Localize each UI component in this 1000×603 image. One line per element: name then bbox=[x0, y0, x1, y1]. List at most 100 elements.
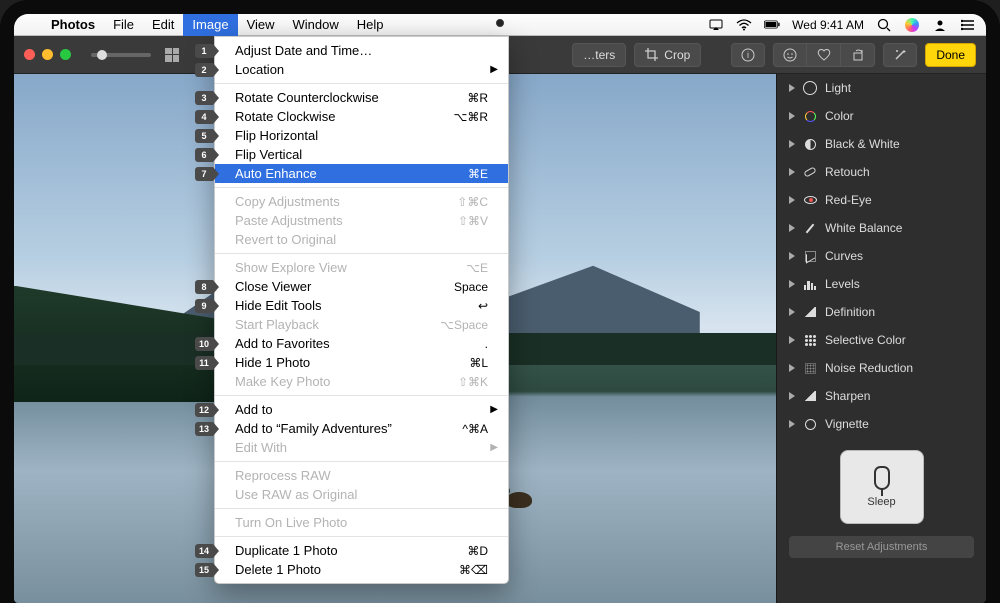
menu-item[interactable]: Hide 1 Photo⌘L11 bbox=[215, 353, 508, 372]
menu-edit[interactable]: Edit bbox=[143, 14, 183, 36]
adjustment-row[interactable]: Levels bbox=[777, 270, 986, 298]
adjustment-row[interactable]: Red-Eye bbox=[777, 186, 986, 214]
disclosure-triangle-icon bbox=[789, 112, 795, 120]
menu-help[interactable]: Help bbox=[348, 14, 393, 36]
app-menu[interactable]: Photos bbox=[42, 14, 104, 36]
menu-item-label: Turn On Live Photo bbox=[235, 515, 438, 530]
menu-file[interactable]: File bbox=[104, 14, 143, 36]
menu-item-label: Use RAW as Original bbox=[235, 487, 438, 502]
adjustment-label: Color bbox=[825, 109, 854, 123]
adjustment-row[interactable]: Noise Reduction bbox=[777, 354, 986, 382]
menu-item-label: Paste Adjustments bbox=[235, 213, 438, 228]
menu-item[interactable]: Hide Edit Tools↩9 bbox=[215, 296, 508, 315]
menu-shortcut: ⌘D bbox=[438, 544, 488, 558]
dots9-icon bbox=[803, 333, 817, 347]
callout-badge: 13 bbox=[195, 422, 213, 436]
zoom-slider[interactable] bbox=[91, 53, 151, 57]
rotate-button[interactable] bbox=[841, 43, 875, 67]
dictation-widget[interactable]: Sleep bbox=[840, 450, 924, 524]
menu-item[interactable]: Rotate Counterclockwise⌘R3 bbox=[215, 88, 508, 107]
battery-icon[interactable] bbox=[764, 17, 780, 33]
menu-item-label: Make Key Photo bbox=[235, 374, 438, 389]
menu-item-label: Add to “Family Adventures” bbox=[235, 421, 438, 436]
callout-badge: 10 bbox=[195, 337, 213, 351]
callout-badge: 7 bbox=[195, 167, 213, 181]
adjustment-row[interactable]: Selective Color bbox=[777, 326, 986, 354]
auto-enhance-button[interactable] bbox=[883, 43, 917, 67]
user-icon[interactable] bbox=[932, 17, 948, 33]
adjustment-label: Black & White bbox=[825, 137, 900, 151]
callout-badge: 1 bbox=[195, 44, 213, 58]
callout-badge: 2 bbox=[195, 63, 213, 77]
ring-icon bbox=[803, 109, 817, 123]
fullscreen-button[interactable] bbox=[60, 49, 71, 60]
menu-item-label: Flip Vertical bbox=[235, 147, 438, 162]
adjustment-row[interactable]: Color bbox=[777, 102, 986, 130]
menu-item[interactable]: Rotate Clockwise⌥⌘R4 bbox=[215, 107, 508, 126]
menu-image[interactable]: Image bbox=[183, 14, 237, 36]
adjustment-row[interactable]: Curves bbox=[777, 242, 986, 270]
callout-badge: 8 bbox=[195, 280, 213, 294]
menu-shortcut: ⇧⌘C bbox=[438, 195, 488, 209]
menu-window[interactable]: Window bbox=[284, 14, 348, 36]
menu-shortcut: . bbox=[438, 337, 488, 351]
reset-adjustments-button[interactable]: Reset Adjustments bbox=[789, 536, 974, 558]
callout-badge: 12 bbox=[195, 403, 213, 417]
filters-button[interactable]: …ters bbox=[572, 43, 626, 67]
menu-item-label: Rotate Clockwise bbox=[235, 109, 438, 124]
menu-item-label: Delete 1 Photo bbox=[235, 562, 438, 577]
menu-item[interactable]: Add to▶12 bbox=[215, 400, 508, 419]
menu-item[interactable]: Flip Horizontal5 bbox=[215, 126, 508, 145]
adjustment-row[interactable]: Sharpen bbox=[777, 382, 986, 410]
adjustment-label: Sharpen bbox=[825, 389, 870, 403]
callout-badge: 9 bbox=[195, 299, 213, 313]
adjustment-row[interactable]: Light bbox=[777, 74, 986, 102]
sun-icon bbox=[803, 81, 817, 95]
favorite-button[interactable] bbox=[807, 43, 841, 67]
menu-item[interactable]: Close ViewerSpace8 bbox=[215, 277, 508, 296]
menu-item-label: Show Explore View bbox=[235, 260, 438, 275]
menu-item-label: Duplicate 1 Photo bbox=[235, 543, 438, 558]
menu-item: Turn On Live Photo bbox=[215, 513, 508, 532]
menu-item: Reprocess RAW bbox=[215, 466, 508, 485]
menu-item[interactable]: Add to Favorites.10 bbox=[215, 334, 508, 353]
adjustment-row[interactable]: Retouch bbox=[777, 158, 986, 186]
adjustment-label: Retouch bbox=[825, 165, 870, 179]
adjustment-row[interactable]: White Balance bbox=[777, 214, 986, 242]
menu-item: Show Explore View⌥E bbox=[215, 258, 508, 277]
clock[interactable]: Wed 9:41 AM bbox=[792, 18, 864, 32]
done-button[interactable]: Done bbox=[925, 43, 976, 67]
wifi-icon[interactable] bbox=[736, 17, 752, 33]
adjustment-row[interactable]: Definition bbox=[777, 298, 986, 326]
menu-item-label: Rotate Counterclockwise bbox=[235, 90, 438, 105]
menu-shortcut: ⇧⌘V bbox=[438, 214, 488, 228]
menu-view[interactable]: View bbox=[238, 14, 284, 36]
notification-center-icon[interactable] bbox=[960, 17, 976, 33]
adjustment-row[interactable]: Vignette bbox=[777, 410, 986, 438]
minimize-button[interactable] bbox=[42, 49, 53, 60]
disclosure-triangle-icon bbox=[789, 196, 795, 204]
apple-menu[interactable] bbox=[24, 14, 42, 36]
menu-item[interactable]: Add to “Family Adventures”^⌘A13 bbox=[215, 419, 508, 438]
menu-item[interactable]: Location▶2 bbox=[215, 60, 508, 79]
info-button[interactable]: i bbox=[731, 43, 765, 67]
menu-item-label: Hide 1 Photo bbox=[235, 355, 438, 370]
adjustment-label: Curves bbox=[825, 249, 863, 263]
close-button[interactable] bbox=[24, 49, 35, 60]
dictation-label: Sleep bbox=[867, 496, 895, 508]
menu-item[interactable]: Flip Vertical6 bbox=[215, 145, 508, 164]
menu-item[interactable]: Adjust Date and Time…1 bbox=[215, 41, 508, 60]
disclosure-triangle-icon bbox=[789, 168, 795, 176]
menu-item[interactable]: Duplicate 1 Photo⌘D14 bbox=[215, 541, 508, 560]
adjustment-row[interactable]: Black & White bbox=[777, 130, 986, 158]
face-button[interactable] bbox=[773, 43, 807, 67]
spotlight-icon[interactable] bbox=[876, 17, 892, 33]
menu-item[interactable]: Delete 1 Photo⌘⌫15 bbox=[215, 560, 508, 579]
siri-icon[interactable] bbox=[904, 17, 920, 33]
menu-item-label: Add to Favorites bbox=[235, 336, 438, 351]
menu-item-label: Reprocess RAW bbox=[235, 468, 438, 483]
grid-view-icon[interactable] bbox=[165, 48, 179, 62]
crop-button[interactable]: Crop bbox=[634, 43, 701, 67]
menu-item[interactable]: Auto Enhance⌘E7 bbox=[215, 164, 508, 183]
airplay-icon[interactable] bbox=[708, 17, 724, 33]
